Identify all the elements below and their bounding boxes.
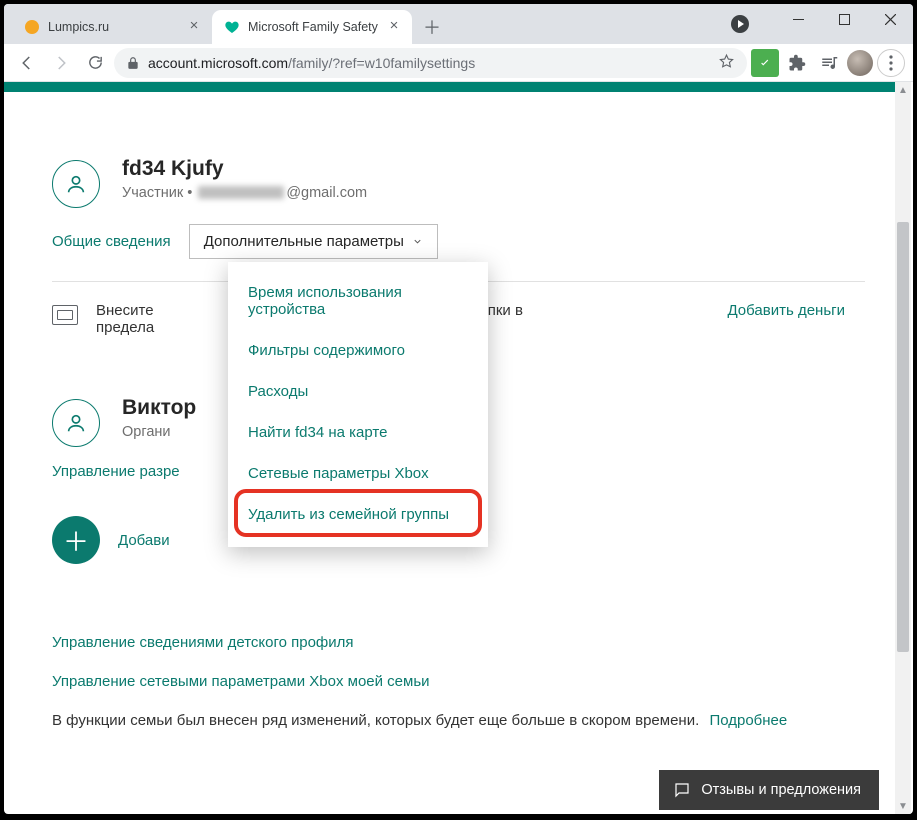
dropdown-item-screentime[interactable]: Время использования устройства [228, 272, 488, 330]
new-tab-button[interactable]: ＋ [418, 13, 446, 41]
browser-titlebar: Lumpics.ru × Microsoft Family Safety × ＋ [4, 4, 913, 44]
dropdown-item-spending[interactable]: Расходы [228, 371, 488, 412]
feedback-label: Отзывы и предложения [701, 782, 861, 798]
changes-notice: В функции семьи был внесен ряд изменений… [52, 712, 865, 729]
feedback-button[interactable]: Отзывы и предложения [659, 770, 879, 810]
browser-menu-button[interactable] [877, 49, 905, 77]
window-close-button[interactable] [867, 4, 913, 34]
manage-xbox-network-link[interactable]: Управление сетевыми параметрами Xbox мое… [52, 673, 865, 690]
media-playing-icon[interactable] [731, 15, 749, 33]
favicon-family-safety [224, 19, 240, 35]
manage-child-info-link[interactable]: Управление сведениями детского профиля [52, 634, 865, 651]
nav-forward-button[interactable] [46, 48, 76, 78]
address-bar[interactable]: account.microsoft.com/family/?ref=w10fam… [114, 48, 747, 78]
chat-icon [673, 781, 691, 799]
more-options-dropdown: Время использования устройства Фильтры с… [228, 262, 488, 547]
tab-overview[interactable]: Общие сведения [52, 233, 171, 250]
member-name: Виктор [122, 396, 196, 420]
address-url: account.microsoft.com/family/?ref=w10fam… [148, 55, 475, 71]
more-options-label: Дополнительные параметры [204, 233, 404, 250]
member-avatar-icon [52, 399, 100, 447]
tab-title: Microsoft Family Safety [248, 20, 380, 34]
tab-title: Lumpics.ru [48, 20, 180, 34]
learn-more-link[interactable]: Подробнее [709, 712, 787, 729]
member-role: Органи [122, 424, 196, 440]
email-redacted [198, 186, 284, 199]
dropdown-item-xbox[interactable]: Сетевые параметры Xbox [228, 453, 488, 494]
add-member-button[interactable]: ＋ [52, 516, 100, 564]
browser-toolbar: account.microsoft.com/family/?ref=w10fam… [4, 44, 913, 82]
close-icon[interactable]: × [386, 19, 402, 35]
extension-adblock-icon[interactable] [751, 49, 779, 77]
header-strip [4, 82, 895, 92]
dropdown-item-findonmap[interactable]: Найти fd34 на карте [228, 412, 488, 453]
more-options-dropdown-button[interactable]: Дополнительные параметры [189, 224, 438, 259]
profile-avatar[interactable] [847, 50, 873, 76]
window-maximize-button[interactable] [821, 4, 867, 34]
window-minimize-button[interactable] [775, 4, 821, 34]
add-member-label[interactable]: Добави [118, 532, 170, 549]
bookmark-star-icon[interactable] [718, 53, 735, 73]
dropdown-item-remove[interactable]: Удалить из семейной группы [228, 494, 488, 535]
media-queue-icon[interactable] [815, 49, 843, 77]
chevron-down-icon [412, 236, 423, 247]
close-icon[interactable]: × [186, 19, 202, 35]
extensions-puzzle-icon[interactable] [783, 49, 811, 77]
dropdown-item-content[interactable]: Фильтры содержимого [228, 330, 488, 371]
nav-back-button[interactable] [12, 48, 42, 78]
lock-icon [126, 56, 140, 70]
member-name: fd34 Kjufy [122, 157, 367, 181]
funds-text: Внеситепредела [96, 302, 154, 336]
browser-tab-active[interactable]: Microsoft Family Safety × [212, 10, 412, 44]
favicon-lumpics [24, 19, 40, 35]
window-controls [775, 4, 913, 44]
money-card-icon [52, 305, 78, 325]
family-member-card: fd34 Kjufy Участник • @gmail.com [52, 157, 865, 208]
member-role: Участник • @gmail.com [122, 185, 367, 201]
nav-reload-button[interactable] [80, 48, 110, 78]
browser-tab-inactive[interactable]: Lumpics.ru × [12, 10, 212, 44]
member-avatar-icon [52, 160, 100, 208]
add-money-link[interactable]: Добавить деньги [727, 302, 865, 319]
